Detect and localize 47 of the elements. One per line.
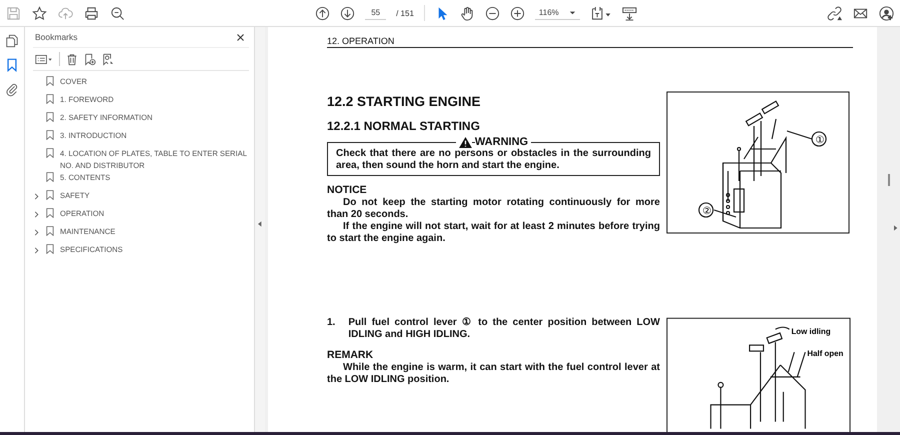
callout-label: Low idling [791,327,831,336]
paperclip-icon[interactable] [5,81,19,97]
close-icon[interactable] [236,32,245,42]
page-up-icon[interactable] [315,6,330,20]
notice-paragraph: Do not keep the starting motor rotating continuously for more than 20 seconds. [327,197,660,221]
remark-text: While the engine is warm, it can start with the fuel control lever at the LOW IDLING position. [327,362,660,386]
zoom-in-icon[interactable] [510,6,525,20]
page-down-icon[interactable] [340,6,356,20]
fit-page-icon[interactable] [590,6,612,20]
subsection-heading: 12.2.1 NORMAL STARTING [327,119,481,133]
section-heading: 12.2 STARTING ENGINE [327,94,482,109]
page-total: / 151 [396,8,414,18]
step-number: 1. [327,317,336,330]
zoom-dropdown[interactable]: 116% [534,6,580,20]
collapse-panel-icon[interactable] [258,220,262,226]
callout-number: ② [702,206,712,217]
options-menu-icon[interactable] [35,52,53,66]
warning-text: Check that there are no persons or obstacles in the surrounding area, then sound the horn and start the engine. [336,148,651,172]
star-icon[interactable] [32,6,47,20]
callout-label: Half open [807,349,844,358]
find-bookmark-icon[interactable] [102,52,114,66]
running-head: 12. OPERATION [327,36,853,48]
chevron-icon[interactable] [33,210,40,218]
remark-title: REMARK [327,349,374,361]
callout-number: ① [816,135,824,146]
search-icon[interactable] [110,6,125,20]
bookmark-icon[interactable] [5,57,19,73]
account-icon[interactable] [878,6,894,20]
page-number-field[interactable]: 55 [365,6,386,20]
zoom-out-icon[interactable] [484,6,500,20]
step-text: Pull fuel control lever ① to the center position between LOW IDLING and HIGH IDLING. [348,317,660,341]
share-link-icon[interactable] [826,6,842,20]
chevron-icon[interactable] [33,228,40,236]
caret-icon [568,9,576,16]
expand-panel-icon[interactable] [894,225,898,231]
chevron-icon[interactable] [33,246,40,254]
scroll-mode-icon[interactable] [622,6,637,20]
trash-icon[interactable] [66,52,78,66]
print-icon[interactable] [84,6,99,20]
warning-title: WARNING [474,136,532,148]
hand-icon[interactable] [460,6,475,20]
notice-title: NOTICE [327,184,368,196]
add-bookmark-icon[interactable] [84,52,96,66]
notice-paragraph: If the engine will not start, wait for at least 2 minutes before trying to start the engine again. [327,221,660,245]
chevron-icon[interactable] [33,192,40,200]
pages-icon[interactable] [5,33,19,49]
panel-title: Bookmarks [35,32,78,42]
